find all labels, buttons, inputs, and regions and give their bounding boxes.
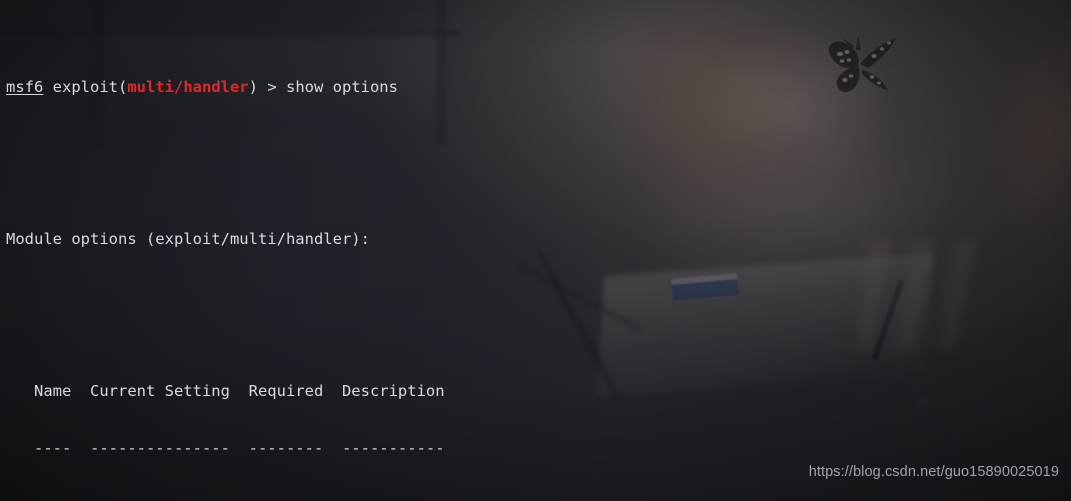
module-options-rule: ---- --------------- -------- ----------… [6, 439, 445, 457]
watermark: https://blog.csdn.net/guo15890025019 [808, 464, 1059, 480]
module-options-column-headers: Name Current Setting Required Descriptio… [6, 382, 445, 400]
prompt-user: msf6 [6, 78, 44, 96]
prompt-close-text: ) > [248, 78, 286, 96]
prompt-exploit-text: exploit( [43, 78, 128, 96]
terminal-output[interactable]: msf6 exploit(multi/handler) > show optio… [0, 0, 1071, 501]
prompt-line-show-options: msf6 exploit(multi/handler) > show optio… [0, 76, 1071, 97]
terminal-window[interactable]: msf6 exploit(multi/handler) > show optio… [0, 0, 1071, 501]
module-options-header: Module options (exploit/multi/handler): [6, 230, 370, 248]
command-show-options: show options [285, 78, 398, 96]
prompt-module-name: multi/handler [127, 78, 249, 96]
